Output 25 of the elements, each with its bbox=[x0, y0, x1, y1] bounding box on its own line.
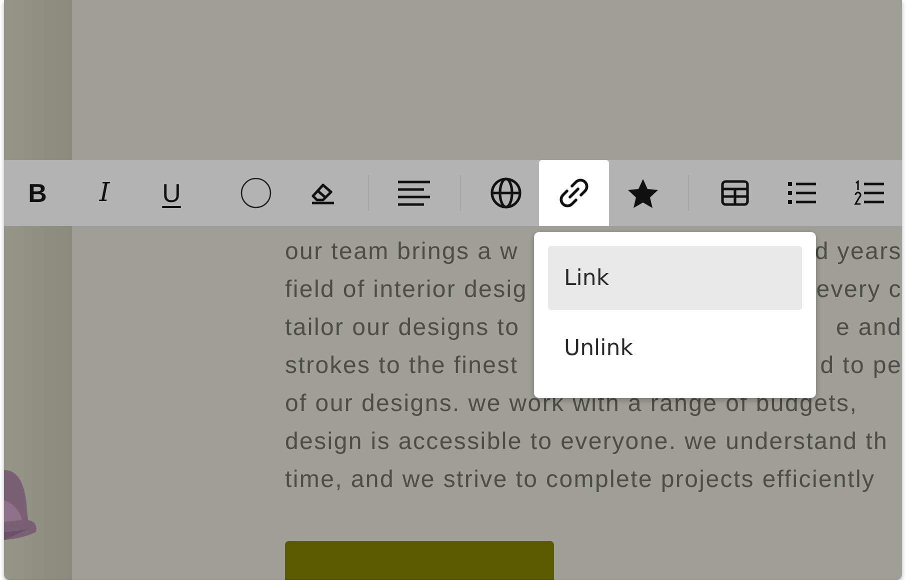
paragraph-text: tailor our designs to bbox=[285, 313, 520, 343]
numbered-list-icon bbox=[854, 180, 884, 206]
paragraph-text: d years bbox=[814, 237, 902, 267]
bullet-list-icon bbox=[788, 182, 816, 204]
align-left-icon bbox=[398, 180, 430, 206]
menu-item[interactable]: Link bbox=[548, 246, 802, 310]
link-button[interactable] bbox=[539, 160, 610, 226]
paragraph-text: field of interior desig bbox=[285, 275, 528, 305]
paragraph-text: time, and we strive to complete projects efficiently bbox=[285, 465, 876, 495]
paragraph-text: every c bbox=[816, 275, 902, 305]
color-circle-icon bbox=[240, 177, 272, 209]
paragraph-text: design is accessible to everyone. we understand th bbox=[285, 427, 888, 457]
globe-icon bbox=[490, 177, 522, 209]
link-icon bbox=[558, 177, 590, 209]
underline-button[interactable]: U bbox=[138, 160, 205, 226]
bold-button[interactable]: B bbox=[4, 160, 71, 226]
eraser-icon bbox=[308, 181, 336, 205]
star-icon bbox=[626, 178, 659, 208]
italic-button[interactable]: I bbox=[71, 160, 138, 226]
paragraph-text: d to pe bbox=[820, 351, 902, 381]
menu-item[interactable]: Unlink bbox=[548, 316, 802, 380]
table-icon bbox=[720, 180, 749, 206]
paragraph-text: e and bbox=[836, 313, 902, 343]
paragraph-text: strokes to the finest bbox=[285, 351, 518, 381]
paragraph-text: our team brings a w bbox=[285, 237, 519, 267]
